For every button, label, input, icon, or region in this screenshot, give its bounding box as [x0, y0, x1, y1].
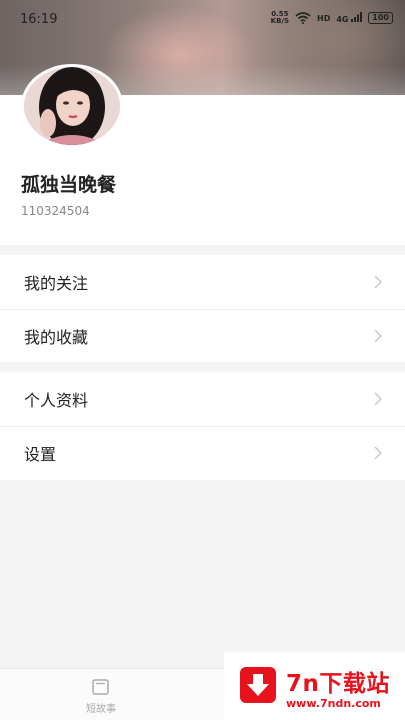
menu-item-label: 我的关注	[24, 274, 89, 293]
signal-bars-icon	[351, 12, 363, 22]
status-icons: 0.55 KB/S HD 4G 100	[271, 11, 393, 25]
net-speed-indicator: 0.55 KB/S	[271, 11, 289, 25]
menu-item-settings[interactable]: 设置	[0, 426, 405, 480]
net-speed-unit: KB/S	[270, 17, 290, 25]
menu-group-secondary: 个人资料 设置	[0, 372, 405, 480]
watermark-badge: 7n下载站 www.7ndn.com	[224, 652, 405, 720]
battery-icon: 100	[368, 12, 393, 24]
chevron-right-icon	[374, 275, 383, 289]
wifi-icon	[295, 12, 311, 24]
user-id: 110324504	[21, 204, 90, 218]
square-icon	[92, 679, 109, 695]
menu-item-profile-info[interactable]: 个人资料	[0, 372, 405, 426]
menu-item-label: 我的收藏	[24, 328, 89, 347]
tab-label: 短故事	[86, 704, 116, 715]
watermark-url: www.7ndn.com	[286, 697, 381, 710]
menu-group-primary: 我的关注 我的收藏	[0, 255, 405, 362]
user-nickname: 孤独当晚餐	[21, 174, 117, 196]
menu-item-label: 个人资料	[24, 391, 89, 410]
menu-item-following[interactable]: 我的关注	[0, 255, 405, 309]
download-arrow-icon	[240, 667, 276, 703]
menu-item-label: 设置	[24, 445, 57, 464]
status-time: 16:19	[20, 12, 58, 27]
status-bar: 16:19 0.55 KB/S HD 4G 100	[0, 0, 405, 40]
chevron-right-icon	[374, 446, 383, 460]
signal-icon: 4G	[336, 12, 363, 24]
avatar[interactable]	[21, 64, 123, 148]
hd-icon: HD	[317, 13, 331, 23]
chevron-right-icon	[374, 392, 383, 406]
chevron-right-icon	[374, 329, 383, 343]
tab-short-stories[interactable]: 短故事	[0, 669, 202, 720]
menu-item-favorites[interactable]: 我的收藏	[0, 309, 405, 363]
watermark-title: 7n下载站	[286, 671, 390, 697]
avatar-portrait	[24, 67, 120, 145]
signal-label: 4G	[336, 15, 349, 24]
profile-page: 16:19 0.55 KB/S HD 4G 100 孤独当晚餐 11032450…	[0, 0, 405, 720]
